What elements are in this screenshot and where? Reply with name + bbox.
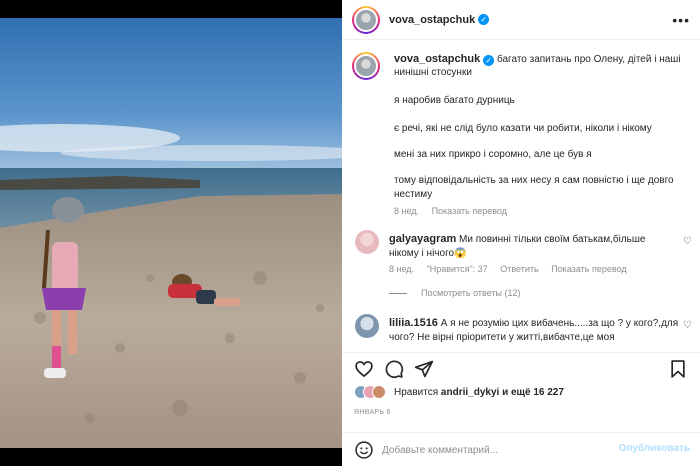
commenter-avatar[interactable]: [355, 314, 379, 338]
caption-line1: багато запитань про Олену, дітей і наші: [496, 54, 681, 65]
comment-text-line2: нікому і нічого😱: [389, 248, 467, 259]
comment-item: galyayagram Ми повинні тільки своїм бать…: [352, 230, 692, 300]
caption-p4a: тому відповідальність за них несу я сам …: [394, 175, 674, 186]
comment-body: galyayagram Ми повинні тільки своїм бать…: [389, 232, 679, 261]
caption-username[interactable]: vova_ostapchuk: [394, 53, 480, 65]
comment-age: 8 нед.: [389, 264, 415, 274]
post-comment-button[interactable]: Опубликовать: [619, 443, 690, 454]
comment-like-heart-icon[interactable]: ♡: [683, 320, 692, 331]
commenter-username[interactable]: galyayagram: [389, 233, 456, 245]
verified-badge-icon: ✓: [483, 55, 495, 66]
caption-avatar[interactable]: [352, 52, 380, 80]
emoji-icon[interactable]: [354, 440, 374, 460]
post-date[interactable]: ЯНВАРЬ 6: [354, 409, 391, 416]
more-options-icon[interactable]: •••: [672, 12, 690, 28]
heart-icon[interactable]: [354, 359, 374, 379]
comment-text-line2: чого? Не вірні пріоритети у житті,вибачт…: [389, 332, 615, 343]
caption-p4b: нестиму: [394, 189, 433, 200]
comment-input[interactable]: [382, 442, 602, 458]
comment-composer: Опубликовать: [342, 432, 700, 466]
author-avatar[interactable]: [352, 5, 380, 34]
comment-item: liliia.1516 А я не розумію цих вибачень.…: [352, 314, 692, 350]
commenter-username[interactable]: liliia.1516: [389, 317, 438, 329]
comment-text-line1: Ми повинні тільки своїм батькам,більше: [459, 234, 646, 245]
post-modal: vova_ostapchuk ✓ ••• vova_ostapchuk ✓ баг…: [0, 0, 700, 466]
likes-user[interactable]: andrii_dykyi: [441, 387, 499, 398]
liker-avatar: [372, 385, 386, 399]
commenter-avatar[interactable]: [355, 230, 379, 254]
verified-badge-icon: ✓: [478, 14, 490, 25]
likes-prefix: Нравится: [394, 386, 439, 398]
share-icon[interactable]: [414, 359, 434, 379]
bookmark-icon[interactable]: [668, 359, 688, 379]
caption-p2: є речі, які не слід було казати чи робит…: [394, 123, 652, 134]
caption-meta: 8 нед. Показать перевод: [394, 206, 517, 216]
view-replies-label[interactable]: Посмотреть ответы (12): [421, 288, 521, 298]
post-photo[interactable]: [0, 18, 342, 448]
comment-reply-link[interactable]: Ответить: [500, 264, 538, 274]
details-pane: vova_ostapchuk ✓ ••• vova_ostapchuk ✓ баг…: [342, 0, 700, 466]
post-header: vova_ostapchuk ✓ •••: [342, 0, 700, 40]
media-pane: [0, 0, 342, 466]
comment-translate-link[interactable]: Показать перевод: [551, 264, 626, 274]
caption-line2: нинішні стосунки: [394, 67, 472, 78]
caption-age: 8 нед.: [394, 206, 420, 216]
comment-likes-count[interactable]: "Нравится": 37: [427, 264, 488, 274]
likes-summary[interactable]: Нравится andrii_dykyi и ещё 16 227: [354, 385, 564, 399]
comment-like-heart-icon[interactable]: ♡: [683, 236, 692, 247]
author-username[interactable]: vova_ostapchuk: [389, 14, 475, 26]
comment-icon[interactable]: [384, 359, 404, 379]
caption-p3: мені за них прикро і соромно, але це був…: [394, 149, 592, 160]
replies-divider: [389, 292, 407, 294]
comment-body: liliia.1516 А я не розумію цих вибачень.…: [389, 316, 679, 345]
view-replies[interactable]: Посмотреть ответы (12): [389, 288, 531, 298]
likes-count[interactable]: и ещё 16 227: [502, 387, 564, 398]
beach-photo: [0, 18, 342, 448]
caption-translate-link[interactable]: Показать перевод: [432, 206, 507, 216]
action-bar: Нравится andrii_dykyi и ещё 16 227 ЯНВАР…: [342, 352, 700, 442]
comment-meta: 8 нед. "Нравится": 37 Ответить Показать …: [389, 264, 637, 274]
comment-text-line1: А я не розумію цих вибачень.....за що ? …: [440, 318, 679, 329]
caption-p1: я наробив багато дурниць: [394, 95, 515, 106]
